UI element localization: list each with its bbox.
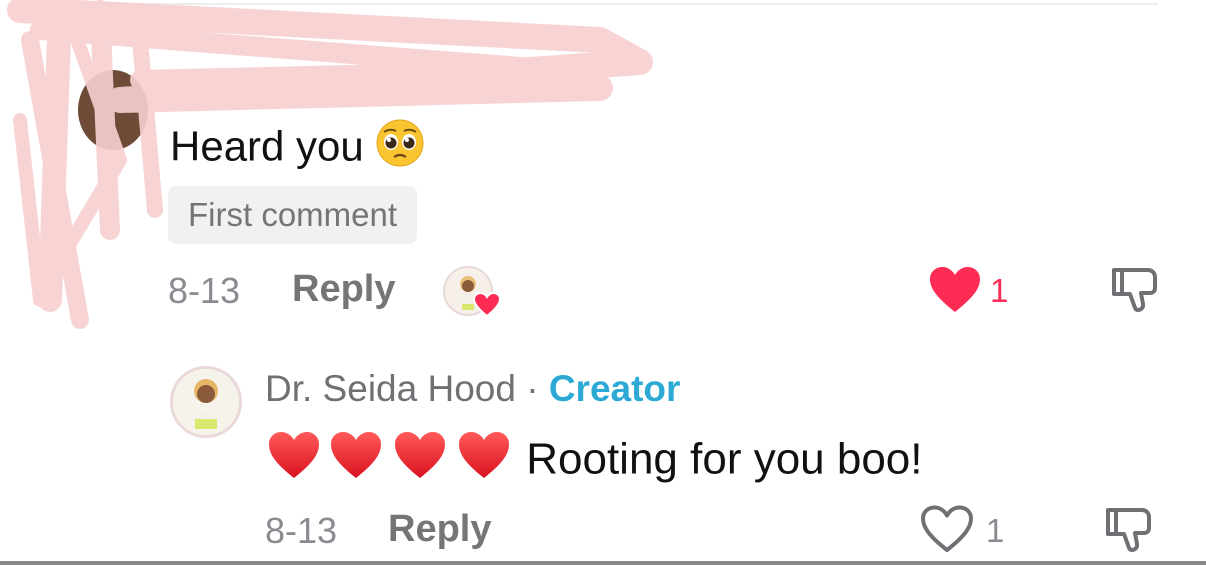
reply-button[interactable]: Reply bbox=[292, 268, 395, 311]
author-name[interactable]: Dr. Seida Hood bbox=[265, 368, 516, 409]
bottom-divider bbox=[0, 561, 1206, 565]
reply-body: Rooting for you boo! bbox=[526, 434, 923, 484]
commenter-avatar[interactable] bbox=[78, 70, 148, 150]
reply-dislike-icon[interactable] bbox=[1102, 506, 1154, 554]
dislike-icon[interactable] bbox=[1108, 266, 1160, 314]
heart-filled-icon[interactable] bbox=[928, 266, 982, 314]
creator-avatar[interactable] bbox=[170, 366, 242, 438]
comment-text: Heard you bbox=[170, 118, 425, 181]
separator: · bbox=[526, 368, 539, 409]
creator-liked-avatar bbox=[443, 266, 501, 318]
reply-author: Dr. Seida Hood · Creator bbox=[265, 368, 680, 410]
divider bbox=[40, 3, 1158, 5]
creator-label: Creator bbox=[548, 368, 681, 409]
reply-text: Rooting for you boo! bbox=[268, 430, 923, 494]
reply-to-reply-button[interactable]: Reply bbox=[388, 508, 491, 551]
first-comment-badge: First comment bbox=[168, 186, 418, 244]
reply-date: 8-13 bbox=[265, 510, 338, 551]
comment-body: Heard you bbox=[170, 122, 364, 170]
reply-like-count: 1 bbox=[986, 512, 1005, 549]
red-heart-emoji bbox=[269, 432, 509, 478]
like-count: 1 bbox=[990, 272, 1009, 309]
pleading-face-emoji bbox=[375, 118, 425, 181]
heart-outline-icon[interactable] bbox=[920, 505, 974, 553]
heart-emoji-group bbox=[268, 430, 514, 494]
creator-like-heart-icon bbox=[473, 292, 501, 318]
comment-date: 8-13 bbox=[168, 270, 241, 311]
